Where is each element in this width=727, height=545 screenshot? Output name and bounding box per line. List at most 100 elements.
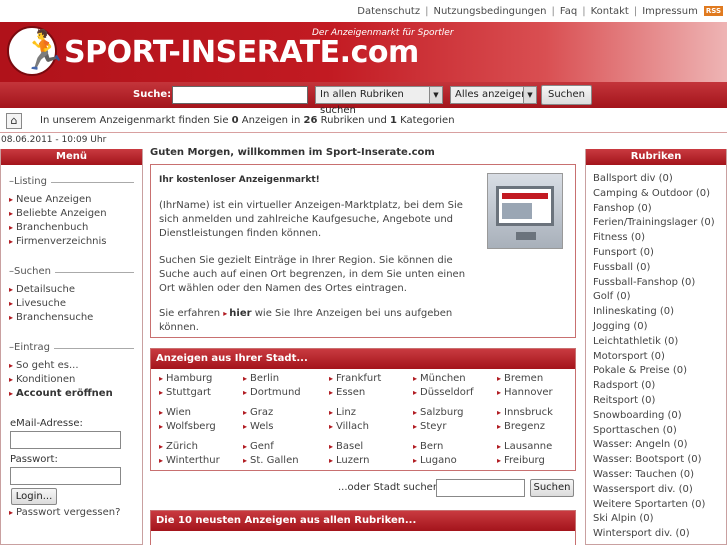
city-link[interactable]: Dortmund (243, 387, 301, 398)
rubrik-link[interactable]: Motorsport (0) (593, 351, 665, 362)
intro-paragraph-3: Sie erfahren hier wie Sie Ihre Anzeigen … (159, 307, 479, 335)
rubrik-link[interactable]: Fussball (0) (593, 262, 650, 273)
link-hier[interactable]: hier (223, 308, 251, 319)
home-icon[interactable]: ⌂ (6, 113, 22, 129)
link-account-eroeffnen[interactable]: Account eröffnen (9, 388, 113, 399)
city-link[interactable]: Frankfurt (329, 373, 381, 384)
city-link[interactable]: Stuttgart (159, 387, 211, 398)
rubrik-link[interactable]: Wasser: Bootsport (0) (593, 454, 702, 465)
chevron-down-icon[interactable]: ▼ (523, 87, 536, 103)
city-link[interactable]: Basel (329, 441, 363, 452)
city-link[interactable]: Lugano (413, 455, 457, 466)
link-beliebte-anzeigen[interactable]: Beliebte Anzeigen (9, 208, 107, 219)
login-button[interactable]: Login... (11, 488, 57, 505)
city-link[interactable]: Essen (329, 387, 365, 398)
rubrik-link[interactable]: Radsport (0) (593, 380, 655, 391)
city-link[interactable]: Linz (329, 407, 356, 418)
city-link[interactable]: Zürich (159, 441, 198, 452)
stats-mid1: Anzeigen in (238, 115, 304, 126)
search-input[interactable] (172, 86, 308, 104)
rubrik-link[interactable]: Weitere Sportarten (0) (593, 499, 705, 510)
site-brand[interactable]: SPORT-INSERATE.com (64, 35, 419, 70)
link-detailsuche[interactable]: Detailsuche (9, 284, 75, 295)
city-link[interactable]: München (413, 373, 466, 384)
rubrik-link[interactable]: Fussball-Fanshop (0) (593, 277, 695, 288)
link-branchenbuch[interactable]: Branchenbuch (9, 222, 88, 233)
city-link[interactable]: Hamburg (159, 373, 212, 384)
city-search-button[interactable]: Suchen (530, 479, 574, 497)
city-link[interactable]: Graz (243, 407, 273, 418)
rubrik-link[interactable]: Fanshop (0) (593, 203, 652, 214)
city-link[interactable]: Villach (329, 421, 369, 432)
city-link[interactable]: Steyr (413, 421, 446, 432)
city-link[interactable]: Lausanne (497, 441, 552, 452)
rubrik-link[interactable]: Sporttaschen (0) (593, 425, 677, 436)
link-so-geht-es[interactable]: So geht es... (9, 360, 78, 371)
link-livesuche[interactable]: Livesuche (9, 298, 66, 309)
runner-icon: 🏃 (20, 28, 68, 72)
password-label: Passwort: (10, 454, 58, 465)
rubrik-link[interactable]: Wassersport div. (0) (593, 484, 693, 495)
email-field[interactable] (10, 431, 121, 449)
rubrik-link[interactable]: Ski Alpin (0) (593, 513, 654, 524)
stats-text: In unserem Anzeigenmarkt finden Sie 0 An… (40, 115, 455, 126)
city-link[interactable]: Wien (159, 407, 191, 418)
city-link[interactable]: Wolfsberg (159, 421, 216, 432)
nav-impressum[interactable]: Impressum (642, 6, 698, 17)
city-link[interactable]: Bremen (497, 373, 543, 384)
rubrik-link[interactable]: Fitness (0) (593, 232, 645, 243)
city-link[interactable]: Freiburg (497, 455, 545, 466)
monitor-screen (496, 186, 554, 226)
rubrik-link[interactable]: Ferien/Trainingslager (0) (593, 217, 715, 228)
filter-select-value: Alles anzeigen (455, 89, 528, 100)
city-link[interactable]: Innsbruck (497, 407, 553, 418)
link-passwort-vergessen[interactable]: Passwort vergessen? (9, 507, 120, 518)
city-link[interactable]: Winterthur (159, 455, 220, 466)
city-link[interactable]: Wels (243, 421, 273, 432)
chevron-down-icon[interactable]: ▼ (429, 87, 442, 103)
nav-separator: | (582, 6, 586, 17)
latest-ads-title: Die 10 neusten Anzeigen aus allen Rubrik… (151, 511, 575, 531)
city-search-input[interactable] (436, 479, 525, 497)
city-link[interactable]: Salzburg (413, 407, 463, 418)
nav-datenschutz[interactable]: Datenschutz (357, 6, 420, 17)
rubrik-link[interactable]: Snowboarding (0) (593, 410, 682, 421)
rubrik-link[interactable]: Leichtathletik (0) (593, 336, 678, 347)
nav-kontakt[interactable]: Kontakt (591, 6, 629, 17)
link-konditionen[interactable]: Konditionen (9, 374, 75, 385)
rubrik-link[interactable]: Inlineskating (0) (593, 306, 674, 317)
rubrik-link[interactable]: Jogging (0) (593, 321, 648, 332)
search-button[interactable]: Suchen (541, 85, 592, 105)
rubrik-link[interactable]: Camping & Outdoor (0) (593, 188, 710, 199)
rubrik-link[interactable]: Funsport (0) (593, 247, 654, 258)
city-link[interactable]: Berlin (243, 373, 279, 384)
city-link[interactable]: Hannover (497, 387, 553, 398)
rubrik-link[interactable]: Pokale & Preise (0) (593, 365, 687, 376)
rubrik-link[interactable]: Wasser: Angeln (0) (593, 439, 688, 450)
link-neue-anzeigen[interactable]: Neue Anzeigen (9, 194, 92, 205)
nav-nutzungsbedingungen[interactable]: Nutzungsbedingungen (433, 6, 546, 17)
city-link[interactable]: Genf (243, 441, 274, 452)
city-link[interactable]: St. Gallen (243, 455, 299, 466)
eintrag-heading: –Eintrag (9, 342, 54, 353)
city-link[interactable]: Düsseldorf (413, 387, 474, 398)
city-link[interactable]: Luzern (329, 455, 369, 466)
nav-faq[interactable]: Faq (560, 6, 577, 17)
link-firmenverzeichnis[interactable]: Firmenverzeichnis (9, 236, 107, 247)
rubrik-link[interactable]: Wasser: Tauchen (0) (593, 469, 694, 480)
kategorien-count: 1 (389, 115, 397, 126)
city-link[interactable]: Bregenz (497, 421, 545, 432)
eintrag-title: Eintrag (14, 342, 50, 353)
rubrik-link[interactable]: Golf (0) (593, 291, 631, 302)
rubrik-link[interactable]: Wintersport div. (0) (593, 528, 690, 539)
rubrik-link[interactable]: Ballsport div (0) (593, 173, 673, 184)
filter-select[interactable]: Alles anzeigen ▼ (450, 86, 537, 104)
city-link[interactable]: Bern (413, 441, 443, 452)
scope-select[interactable]: In allen Rubriken suchen ▼ (315, 86, 443, 116)
rubrik-link[interactable]: Reitsport (0) (593, 395, 655, 406)
computer-monitor-image (487, 173, 563, 249)
link-branchensuche[interactable]: Branchensuche (9, 312, 93, 323)
city-search-label: ...oder Stadt suchen: (338, 482, 443, 493)
rss-icon[interactable]: RSS (703, 6, 723, 16)
password-field[interactable] (10, 467, 121, 485)
